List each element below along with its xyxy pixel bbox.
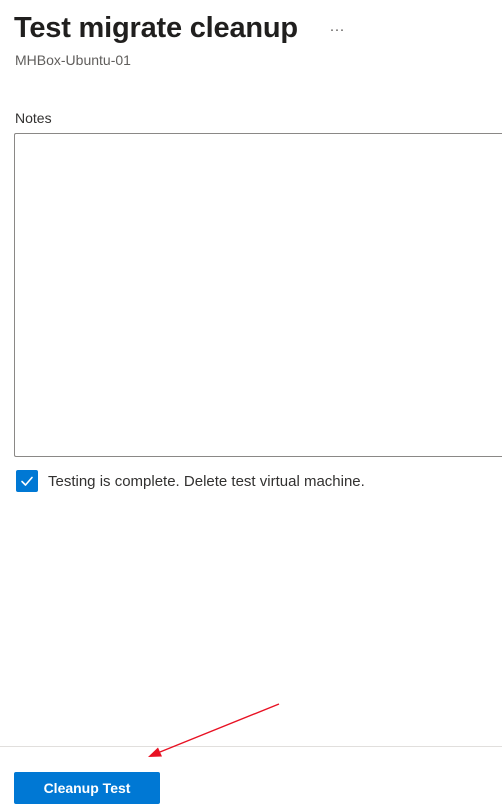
confirm-checkbox[interactable] (16, 470, 38, 492)
footer-divider (0, 746, 502, 747)
page-subtitle: MHBox-Ubuntu-01 (15, 52, 131, 68)
page-title: Test migrate cleanup (14, 12, 298, 44)
cleanup-confirm-checkbox-row[interactable]: Testing is complete. Delete test virtual… (16, 470, 365, 492)
notes-textarea[interactable] (14, 133, 502, 457)
more-options-icon[interactable]: ··· (326, 20, 348, 40)
cleanup-test-button[interactable]: Cleanup Test (14, 772, 160, 804)
notes-label: Notes (15, 110, 52, 126)
confirm-checkbox-label: Testing is complete. Delete test virtual… (48, 472, 365, 490)
checkmark-icon (21, 476, 33, 486)
